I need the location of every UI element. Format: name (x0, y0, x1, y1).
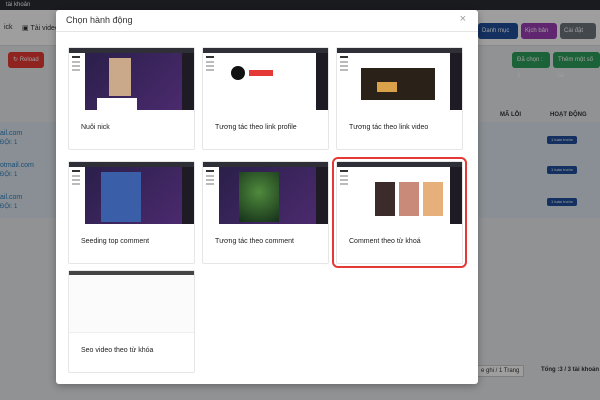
action-label: Tương tác theo comment (215, 238, 294, 245)
action-card-profile-link[interactable]: Tương tác theo link profile (202, 47, 329, 150)
thumbnail-profile (203, 48, 328, 110)
action-picker-modal: Chọn hành động × Nuôi nick Tương tác the… (56, 10, 478, 384)
modal-header: Chọn hành động × (56, 10, 478, 32)
thumbnail-search-results (337, 162, 462, 224)
action-label: Tương tác theo link video (349, 124, 429, 131)
thumbnail-video-page (337, 48, 462, 110)
action-card-seo-video-keyword[interactable]: Seo video theo từ khóa (68, 270, 195, 373)
action-card-keyword-comment[interactable]: Comment theo từ khoá (332, 157, 467, 268)
close-icon[interactable]: × (460, 13, 466, 25)
action-card-seeding-top-comment[interactable]: Seeding top comment (68, 161, 195, 264)
action-label: Nuôi nick (81, 124, 110, 131)
action-card-comment-interaction[interactable]: Tương tác theo comment (202, 161, 329, 264)
thumbnail-blank (69, 271, 194, 333)
thumbnail-video-feed (69, 48, 194, 110)
thumbnail-forest-video (203, 162, 328, 224)
thumbnail-video-feed (69, 162, 194, 224)
action-label: Seeding top comment (81, 238, 150, 245)
action-label: Seo video theo từ khóa (81, 347, 154, 354)
action-label: Tương tác theo link profile (215, 124, 297, 131)
action-card-video-link[interactable]: Tương tác theo link video (336, 47, 463, 150)
modal-title: Chọn hành động (66, 15, 133, 25)
action-label: Comment theo từ khoá (349, 238, 421, 245)
action-card-nuoi-nick[interactable]: Nuôi nick (68, 47, 195, 150)
